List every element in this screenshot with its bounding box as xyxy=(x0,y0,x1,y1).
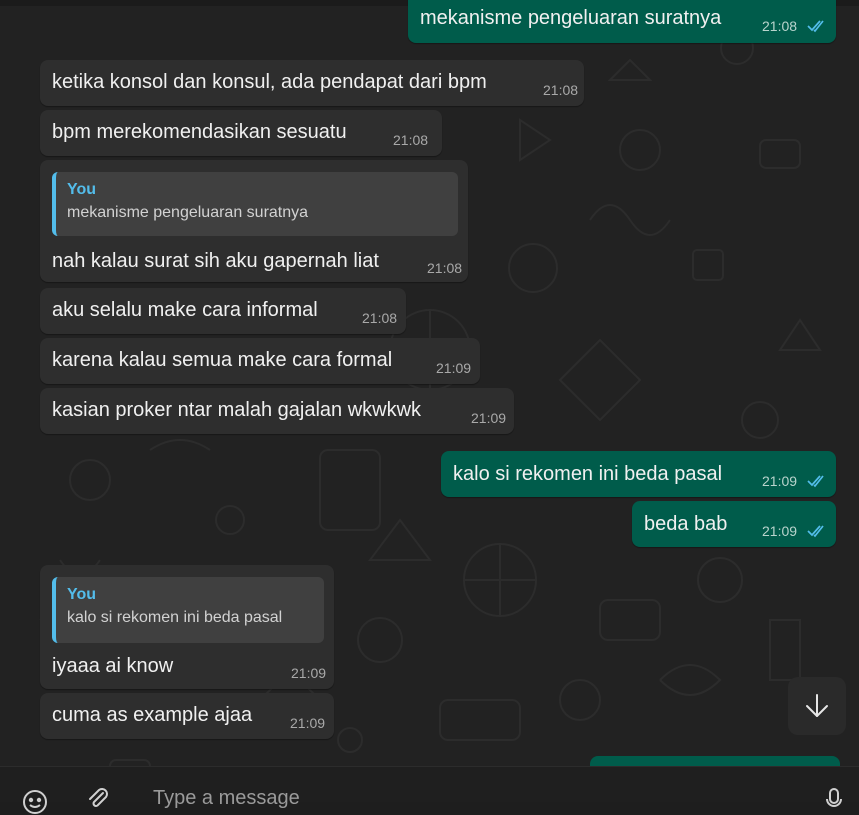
arrow-down-icon xyxy=(806,694,828,717)
quoted-message[interactable]: You mekanisme pengeluaran suratnya xyxy=(52,172,458,236)
quoted-author: You xyxy=(67,181,97,198)
message-text: aku selalu make cara informal xyxy=(52,299,318,321)
message-text: beda bab xyxy=(644,513,728,535)
message-text: iyaaa ai know xyxy=(52,655,174,677)
message-text: kasian proker ntar malah gajalan wkwkwk xyxy=(52,399,422,421)
message-time: 21:09 xyxy=(436,360,472,376)
message-time: 21:09 xyxy=(762,473,798,489)
message-time: 21:08 xyxy=(762,18,798,34)
message-bubble-incoming[interactable]: kasian proker ntar malah gajalan wkwkwk … xyxy=(40,388,514,434)
message-bubble-incoming[interactable]: cuma as example ajaa 21:09 xyxy=(40,693,334,739)
chat-area: mekanisme pengeluaran suratnya 21:08 ket… xyxy=(0,0,859,766)
message-bubble-outgoing-partial[interactable] xyxy=(590,756,840,766)
message-bubble-incoming-reply[interactable]: You mekanisme pengeluaran suratnya nah k… xyxy=(40,160,468,282)
message-text: cuma as example ajaa xyxy=(52,704,253,726)
message-composer: Type a message xyxy=(0,766,859,814)
message-text: nah kalau surat sih aku gapernah liat xyxy=(52,250,379,272)
scroll-to-bottom-button[interactable] xyxy=(788,677,846,735)
double-check-icon xyxy=(807,475,824,488)
message-bubble-incoming[interactable]: karena kalau semua make cara formal 21:0… xyxy=(40,338,480,384)
message-text: karena kalau semua make cara formal xyxy=(52,349,393,371)
quoted-message[interactable]: You kalo si rekomen ini beda pasal xyxy=(52,577,324,643)
message-input[interactable]: Type a message xyxy=(153,787,300,810)
message-bubble-incoming[interactable]: bpm merekomendasikan sesuatu 21:08 xyxy=(40,110,442,156)
message-time: 21:09 xyxy=(291,665,327,681)
message-time: 21:09 xyxy=(290,715,326,731)
message-time: 21:09 xyxy=(471,410,507,426)
double-check-icon xyxy=(807,525,824,538)
message-bubble-outgoing[interactable]: beda bab 21:09 xyxy=(632,501,836,547)
message-bubble-incoming[interactable]: ketika konsol dan konsul, ada pendapat d… xyxy=(40,60,584,106)
message-time: 21:08 xyxy=(427,260,463,276)
message-time: 21:08 xyxy=(393,132,429,148)
message-text: kalo si rekomen ini beda pasal xyxy=(453,463,723,485)
message-bubble-outgoing[interactable]: kalo si rekomen ini beda pasal 21:09 xyxy=(441,451,836,497)
message-text: ketika konsol dan konsul, ada pendapat d… xyxy=(52,71,487,93)
message-bubble-outgoing[interactable]: mekanisme pengeluaran suratnya 21:08 xyxy=(408,0,836,43)
message-bubble-incoming[interactable]: aku selalu make cara informal 21:08 xyxy=(40,288,406,334)
message-text: mekanisme pengeluaran suratnya xyxy=(420,7,722,29)
message-time: 21:08 xyxy=(543,82,579,98)
quoted-text: kalo si rekomen ini beda pasal xyxy=(67,609,283,626)
microphone-icon[interactable] xyxy=(824,787,844,811)
quoted-author: You xyxy=(67,586,97,603)
double-check-icon xyxy=(807,20,824,33)
message-bubble-incoming-reply[interactable]: You kalo si rekomen ini beda pasal iyaaa… xyxy=(40,565,334,689)
paperclip-icon[interactable] xyxy=(86,787,110,811)
message-text: bpm merekomendasikan sesuatu xyxy=(52,121,347,143)
quoted-text: mekanisme pengeluaran suratnya xyxy=(67,204,309,221)
message-time: 21:08 xyxy=(362,310,398,326)
message-time: 21:09 xyxy=(762,523,798,539)
emoji-icon[interactable] xyxy=(22,789,48,815)
